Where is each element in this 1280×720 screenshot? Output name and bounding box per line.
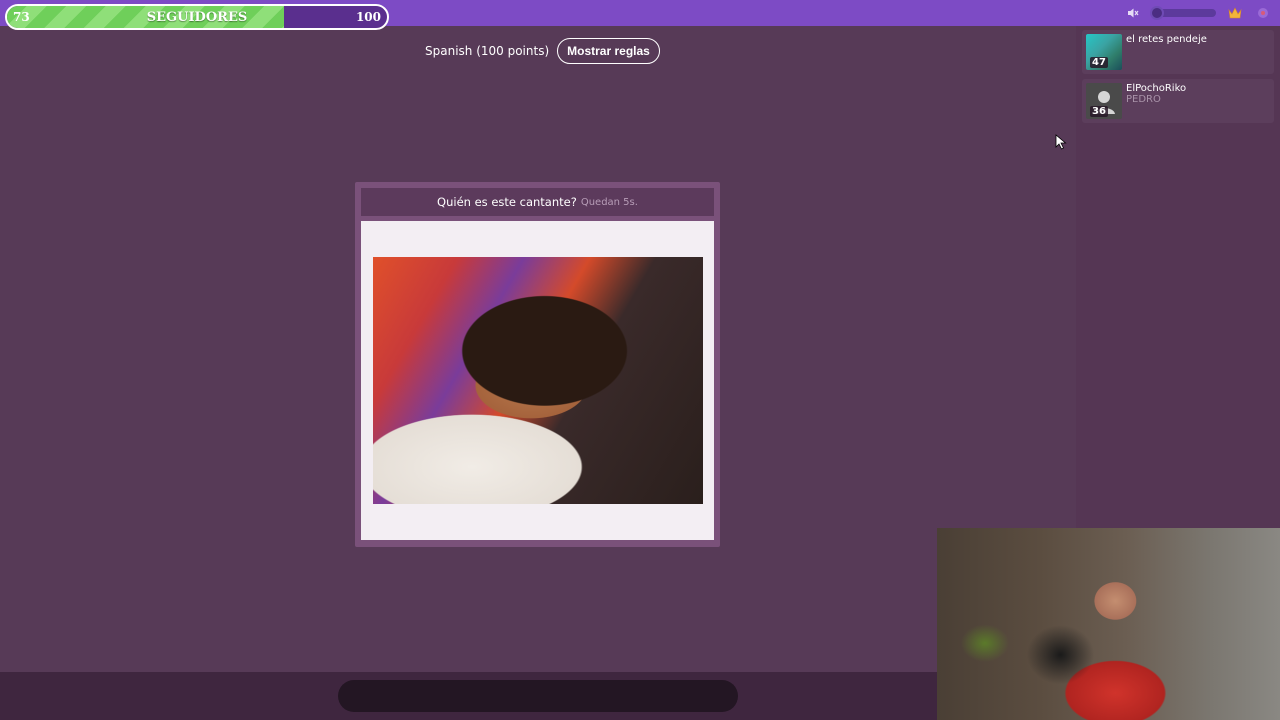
volume-slider-knob[interactable] (1150, 6, 1164, 20)
question-text: Quién es este cantante? (437, 195, 577, 209)
question-timer: Quedan 5s. (580, 196, 638, 208)
question-header: Quién es este cantante? Quedan 5s. (361, 188, 714, 216)
player-card[interactable]: 36 ElPochoRiko PEDRO (1082, 79, 1274, 123)
player-avatar: 47 (1086, 34, 1122, 70)
answer-bar (0, 672, 940, 720)
language-points-label: Spanish (100 points) (425, 44, 550, 58)
mouse-cursor-icon (1055, 134, 1067, 150)
top-bar: 73 SEGUIDORES 100 (0, 0, 1280, 30)
speaker-muted-icon[interactable] (1124, 4, 1142, 22)
follower-goal-target: 100 (355, 10, 381, 24)
top-controls (1124, 4, 1272, 22)
player-score: 47 (1090, 57, 1108, 68)
question-card: Quién es este cantante? Quedan 5s. (355, 182, 720, 547)
default-user-avatar: 36 (1086, 83, 1122, 119)
player-score: 36 (1090, 106, 1108, 117)
player-name: el retes pendeje (1126, 34, 1207, 45)
player-info: el retes pendeje (1126, 34, 1207, 45)
volume-slider[interactable] (1150, 6, 1216, 20)
webcam-overlay (937, 528, 1280, 720)
game-header: Spanish (100 points) Mostrar reglas (425, 38, 660, 64)
player-subtitle: PEDRO (1126, 94, 1161, 105)
question-body (361, 221, 714, 540)
singer-photo (373, 257, 703, 504)
player-card[interactable]: 47 el retes pendeje (1082, 30, 1274, 74)
crown-icon[interactable] (1226, 4, 1244, 22)
settings-icon[interactable] (1254, 4, 1272, 22)
player-name: ElPochoRiko (1126, 83, 1187, 94)
follower-goal-bar: 73 SEGUIDORES 100 (5, 4, 389, 30)
player-info: ElPochoRiko PEDRO (1126, 83, 1186, 105)
players-sidebar: 47 el retes pendeje 36 ElPochoRiko PEDRO (1076, 26, 1280, 528)
follower-goal-label: SEGUIDORES (146, 9, 248, 25)
answer-input[interactable] (338, 680, 738, 712)
show-rules-button[interactable]: Mostrar reglas (557, 38, 660, 64)
